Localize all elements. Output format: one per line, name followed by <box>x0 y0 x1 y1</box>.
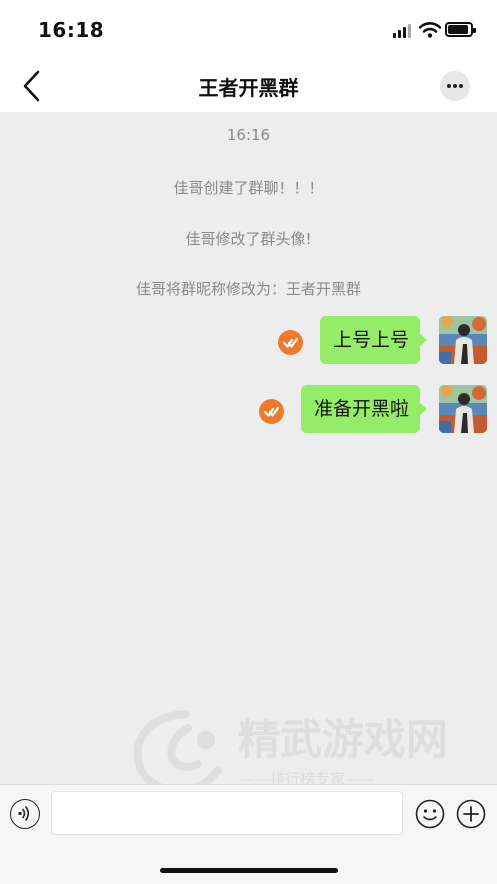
watermark-brand: 精武游戏网 <box>238 715 448 764</box>
voice-icon[interactable] <box>10 799 40 829</box>
message-bubble[interactable]: 准备开黑啦 <box>301 385 427 433</box>
page-title: 王者开黑群 <box>198 76 299 100</box>
system-message: 佳哥将群昵称修改为：王者开黑群 <box>135 280 361 298</box>
timestamp: 16:16 <box>226 126 271 144</box>
message-input[interactable] <box>51 791 403 835</box>
wifi-icon <box>419 22 441 38</box>
status-time: 16:18 <box>38 18 105 42</box>
system-message: 佳哥创建了群聊！！！ <box>173 179 324 197</box>
plus-icon[interactable] <box>456 799 486 829</box>
message-bubble[interactable]: 上号上号 <box>320 316 427 364</box>
home-indicator <box>160 868 338 873</box>
battery-icon <box>445 22 476 37</box>
check-icon <box>259 399 284 424</box>
avatar[interactable] <box>439 385 487 433</box>
check-icon <box>278 330 303 355</box>
nav-bar: 王者开黑群 <box>0 60 497 112</box>
more-icon[interactable] <box>440 71 470 101</box>
system-message: 佳哥修改了群头像! <box>185 230 312 248</box>
avatar[interactable] <box>439 316 487 364</box>
watermark-logo-icon <box>133 710 222 795</box>
status-bar: 16:18 <box>0 0 497 60</box>
emoji-icon[interactable] <box>415 799 445 829</box>
signal-icon <box>393 24 413 38</box>
